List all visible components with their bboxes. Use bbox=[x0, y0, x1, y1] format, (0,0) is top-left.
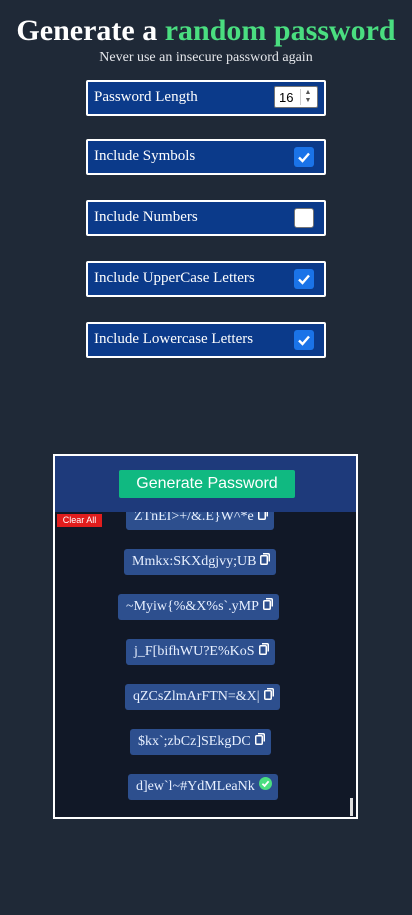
password-text: qZCsZlmArFTN=&X| bbox=[133, 689, 260, 705]
password-length-input[interactable]: 16 ▲ ▼ bbox=[274, 86, 318, 108]
copy-icon[interactable] bbox=[258, 639, 269, 665]
include-uppercase-option[interactable]: Include UpperCase Letters bbox=[86, 261, 326, 297]
password-item[interactable]: d]ew`l~#YdMLeaNk bbox=[128, 774, 278, 800]
checkmark-icon bbox=[298, 335, 310, 346]
include-lowercase-option[interactable]: Include Lowercase Letters bbox=[86, 322, 326, 358]
password-text: j_F[bifhWU?E%KoS bbox=[134, 644, 255, 660]
title-accent: random password bbox=[164, 14, 396, 47]
include-lowercase-label: Include Lowercase Letters bbox=[94, 331, 254, 347]
include-numbers-label: Include Numbers bbox=[94, 209, 198, 225]
checkmark-icon bbox=[298, 152, 310, 163]
include-numbers-checkbox[interactable] bbox=[294, 208, 314, 228]
password-item[interactable]: ~Myiw{%&X%s`.yMP bbox=[118, 594, 279, 620]
password-history-panel: Generate Password Clear All ZTnEI>+/&.E}… bbox=[53, 454, 358, 819]
copy-icon[interactable] bbox=[254, 729, 265, 755]
include-uppercase-checkbox[interactable] bbox=[294, 269, 314, 289]
copy-icon[interactable] bbox=[262, 594, 273, 620]
page-subtitle: Never use an insecure password again bbox=[99, 50, 313, 65]
title-prefix: Generate a bbox=[16, 14, 158, 47]
include-numbers-option[interactable]: Include Numbers bbox=[86, 200, 326, 236]
check-circle-icon[interactable] bbox=[258, 774, 272, 800]
password-item[interactable]: $kx`;zbCz]SEkgDC bbox=[130, 729, 271, 755]
clear-all-button[interactable]: Clear All bbox=[57, 514, 102, 527]
scrollbar-thumb[interactable] bbox=[350, 798, 353, 816]
generate-password-button[interactable]: Generate Password bbox=[119, 470, 295, 498]
password-item[interactable]: j_F[bifhWU?E%KoS bbox=[126, 639, 275, 665]
include-symbols-option[interactable]: Include Symbols bbox=[86, 139, 326, 175]
copy-icon[interactable] bbox=[260, 549, 271, 575]
include-symbols-checkbox[interactable] bbox=[294, 147, 314, 167]
include-symbols-label: Include Symbols bbox=[94, 148, 196, 164]
panel-header: Generate Password bbox=[55, 456, 356, 512]
password-length-label: Password Length bbox=[94, 89, 198, 105]
checkmark-icon bbox=[298, 274, 310, 285]
password-item[interactable]: Mmkx:SKXdgjvy;UB bbox=[124, 549, 277, 575]
password-text: Mmkx:SKXdgjvy;UB bbox=[132, 554, 257, 570]
copy-icon[interactable] bbox=[263, 684, 274, 710]
password-length-option: Password Length 16 ▲ ▼ bbox=[86, 80, 326, 116]
include-lowercase-checkbox[interactable] bbox=[294, 330, 314, 350]
page-title: Generate a random password bbox=[0, 12, 412, 50]
password-text: ~Myiw{%&X%s`.yMP bbox=[126, 599, 259, 615]
include-uppercase-label: Include UpperCase Letters bbox=[94, 270, 255, 286]
password-length-value: 16 bbox=[279, 90, 294, 105]
password-text: d]ew`l~#YdMLeaNk bbox=[136, 779, 255, 795]
number-spinner-icon[interactable]: ▲ ▼ bbox=[300, 89, 315, 105]
password-item[interactable]: qZCsZlmArFTN=&X| bbox=[125, 684, 280, 710]
password-text: $kx`;zbCz]SEkgDC bbox=[138, 734, 251, 750]
